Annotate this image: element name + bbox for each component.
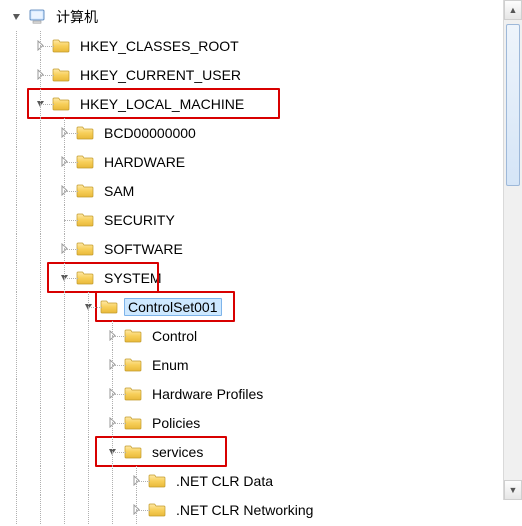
tree-item-enum[interactable]: Enum	[4, 350, 518, 379]
folder-icon	[52, 37, 70, 55]
toggle-hkcu[interactable]	[28, 60, 52, 89]
tree-item-controlset001[interactable]: ControlSet001	[4, 292, 518, 321]
tree-item-sam[interactable]: SAM	[4, 176, 518, 205]
vertical-scrollbar[interactable]: ▲ ▼	[503, 0, 522, 500]
computer-icon	[28, 8, 46, 26]
toggle-hwprofiles[interactable]	[100, 379, 124, 408]
tree-label: SAM	[100, 182, 138, 200]
folder-icon	[100, 298, 118, 316]
toggle-netclrdata[interactable]	[124, 466, 148, 495]
toggle-hklm[interactable]	[28, 89, 52, 118]
toggle-control[interactable]	[100, 321, 124, 350]
toggle-bcd[interactable]	[52, 118, 76, 147]
tree-label: HKEY_CLASSES_ROOT	[76, 37, 243, 55]
tree-item-hkcr[interactable]: HKEY_CLASSES_ROOT	[4, 31, 518, 60]
tree-label: SYSTEM	[100, 269, 166, 287]
tree-label: HKEY_CURRENT_USER	[76, 66, 245, 84]
tree-label: Enum	[148, 356, 193, 374]
folder-icon	[148, 472, 166, 490]
tree-label: .NET CLR Data	[172, 472, 277, 490]
toggle-enum[interactable]	[100, 350, 124, 379]
tree-item-bcd[interactable]: BCD00000000	[4, 118, 518, 147]
tree-label: Policies	[148, 414, 204, 432]
folder-icon	[76, 153, 94, 171]
tree-item-services[interactable]: services	[4, 437, 518, 466]
toggle-hkcr[interactable]	[28, 31, 52, 60]
tree-item-system[interactable]: SYSTEM	[4, 263, 518, 292]
tree-label-selected: ControlSet001	[124, 298, 222, 316]
toggle-software[interactable]	[52, 234, 76, 263]
toggle-netclrnet[interactable]	[124, 495, 148, 524]
tree-item-netclrdata[interactable]: .NET CLR Data	[4, 466, 518, 495]
folder-icon	[124, 356, 142, 374]
folder-icon	[76, 240, 94, 258]
toggle-security[interactable]	[52, 205, 76, 234]
toggle-services[interactable]	[100, 437, 124, 466]
tree-item-hwprofiles[interactable]: Hardware Profiles	[4, 379, 518, 408]
scroll-thumb[interactable]	[506, 24, 520, 186]
tree-label: BCD00000000	[100, 124, 200, 142]
folder-icon	[76, 182, 94, 200]
tree-label: HARDWARE	[100, 153, 189, 171]
toggle-sam[interactable]	[52, 176, 76, 205]
tree-label: Control	[148, 327, 201, 345]
root-label: 计算机	[52, 6, 102, 28]
folder-icon	[124, 414, 142, 432]
tree-label: .NET CLR Networking	[172, 501, 317, 519]
tree-label: Hardware Profiles	[148, 385, 267, 403]
tree-item-hklm[interactable]: HKEY_LOCAL_MACHINE	[4, 89, 518, 118]
tree-item-netclrnet[interactable]: .NET CLR Networking	[4, 495, 518, 524]
tree-item-control[interactable]: Control	[4, 321, 518, 350]
tree-item-hkcu[interactable]: HKEY_CURRENT_USER	[4, 60, 518, 89]
tree-item-security[interactable]: SECURITY	[4, 205, 518, 234]
folder-icon	[76, 269, 94, 287]
folder-icon	[124, 327, 142, 345]
scroll-up-button[interactable]: ▲	[504, 0, 522, 20]
tree-item-software[interactable]: SOFTWARE	[4, 234, 518, 263]
tree-item-hardware[interactable]: HARDWARE	[4, 147, 518, 176]
toggle-computer[interactable]	[4, 2, 28, 31]
scroll-down-button[interactable]: ▼	[504, 480, 522, 500]
tree-label: HKEY_LOCAL_MACHINE	[76, 95, 248, 113]
tree-root-computer[interactable]: 计算机	[4, 2, 518, 31]
toggle-controlset001[interactable]	[76, 292, 100, 321]
folder-icon	[148, 501, 166, 519]
folder-icon	[76, 211, 94, 229]
folder-icon	[76, 124, 94, 142]
toggle-system[interactable]	[52, 263, 76, 292]
toggle-hardware[interactable]	[52, 147, 76, 176]
folder-icon	[124, 385, 142, 403]
toggle-policies[interactable]	[100, 408, 124, 437]
tree-label: SECURITY	[100, 211, 179, 229]
folder-icon	[124, 443, 142, 461]
tree-item-policies[interactable]: Policies	[4, 408, 518, 437]
folder-icon	[52, 66, 70, 84]
tree-label: SOFTWARE	[100, 240, 187, 258]
scroll-track[interactable]	[504, 20, 522, 480]
folder-icon	[52, 95, 70, 113]
registry-tree: 计算机 HKEY_CLASSES_ROOT HKEY_CURRENT_USER …	[0, 0, 522, 526]
tree-label: services	[148, 443, 207, 461]
